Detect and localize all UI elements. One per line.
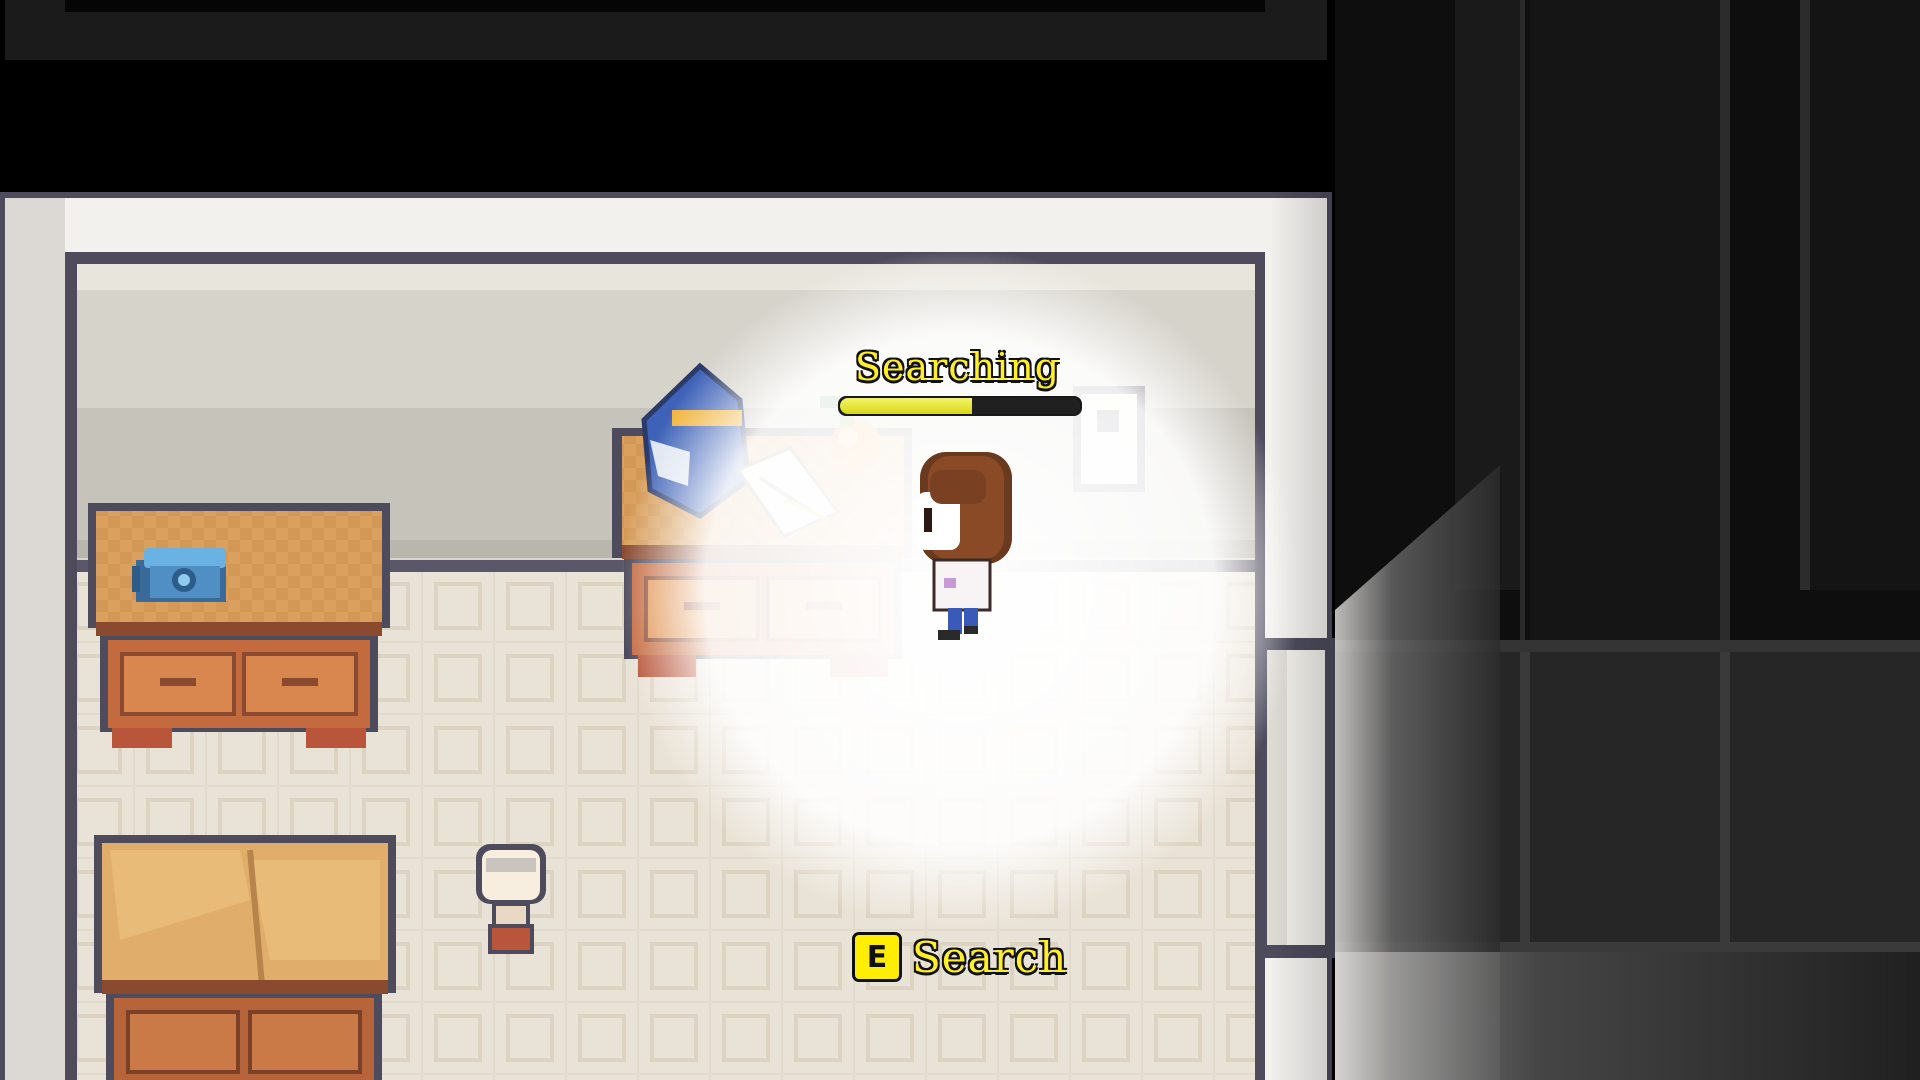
- desk-bottom-left: [94, 835, 396, 1080]
- telephone-icon[interactable]: [132, 548, 226, 602]
- game-scene: [0, 0, 1920, 1080]
- desk-left: [88, 503, 390, 748]
